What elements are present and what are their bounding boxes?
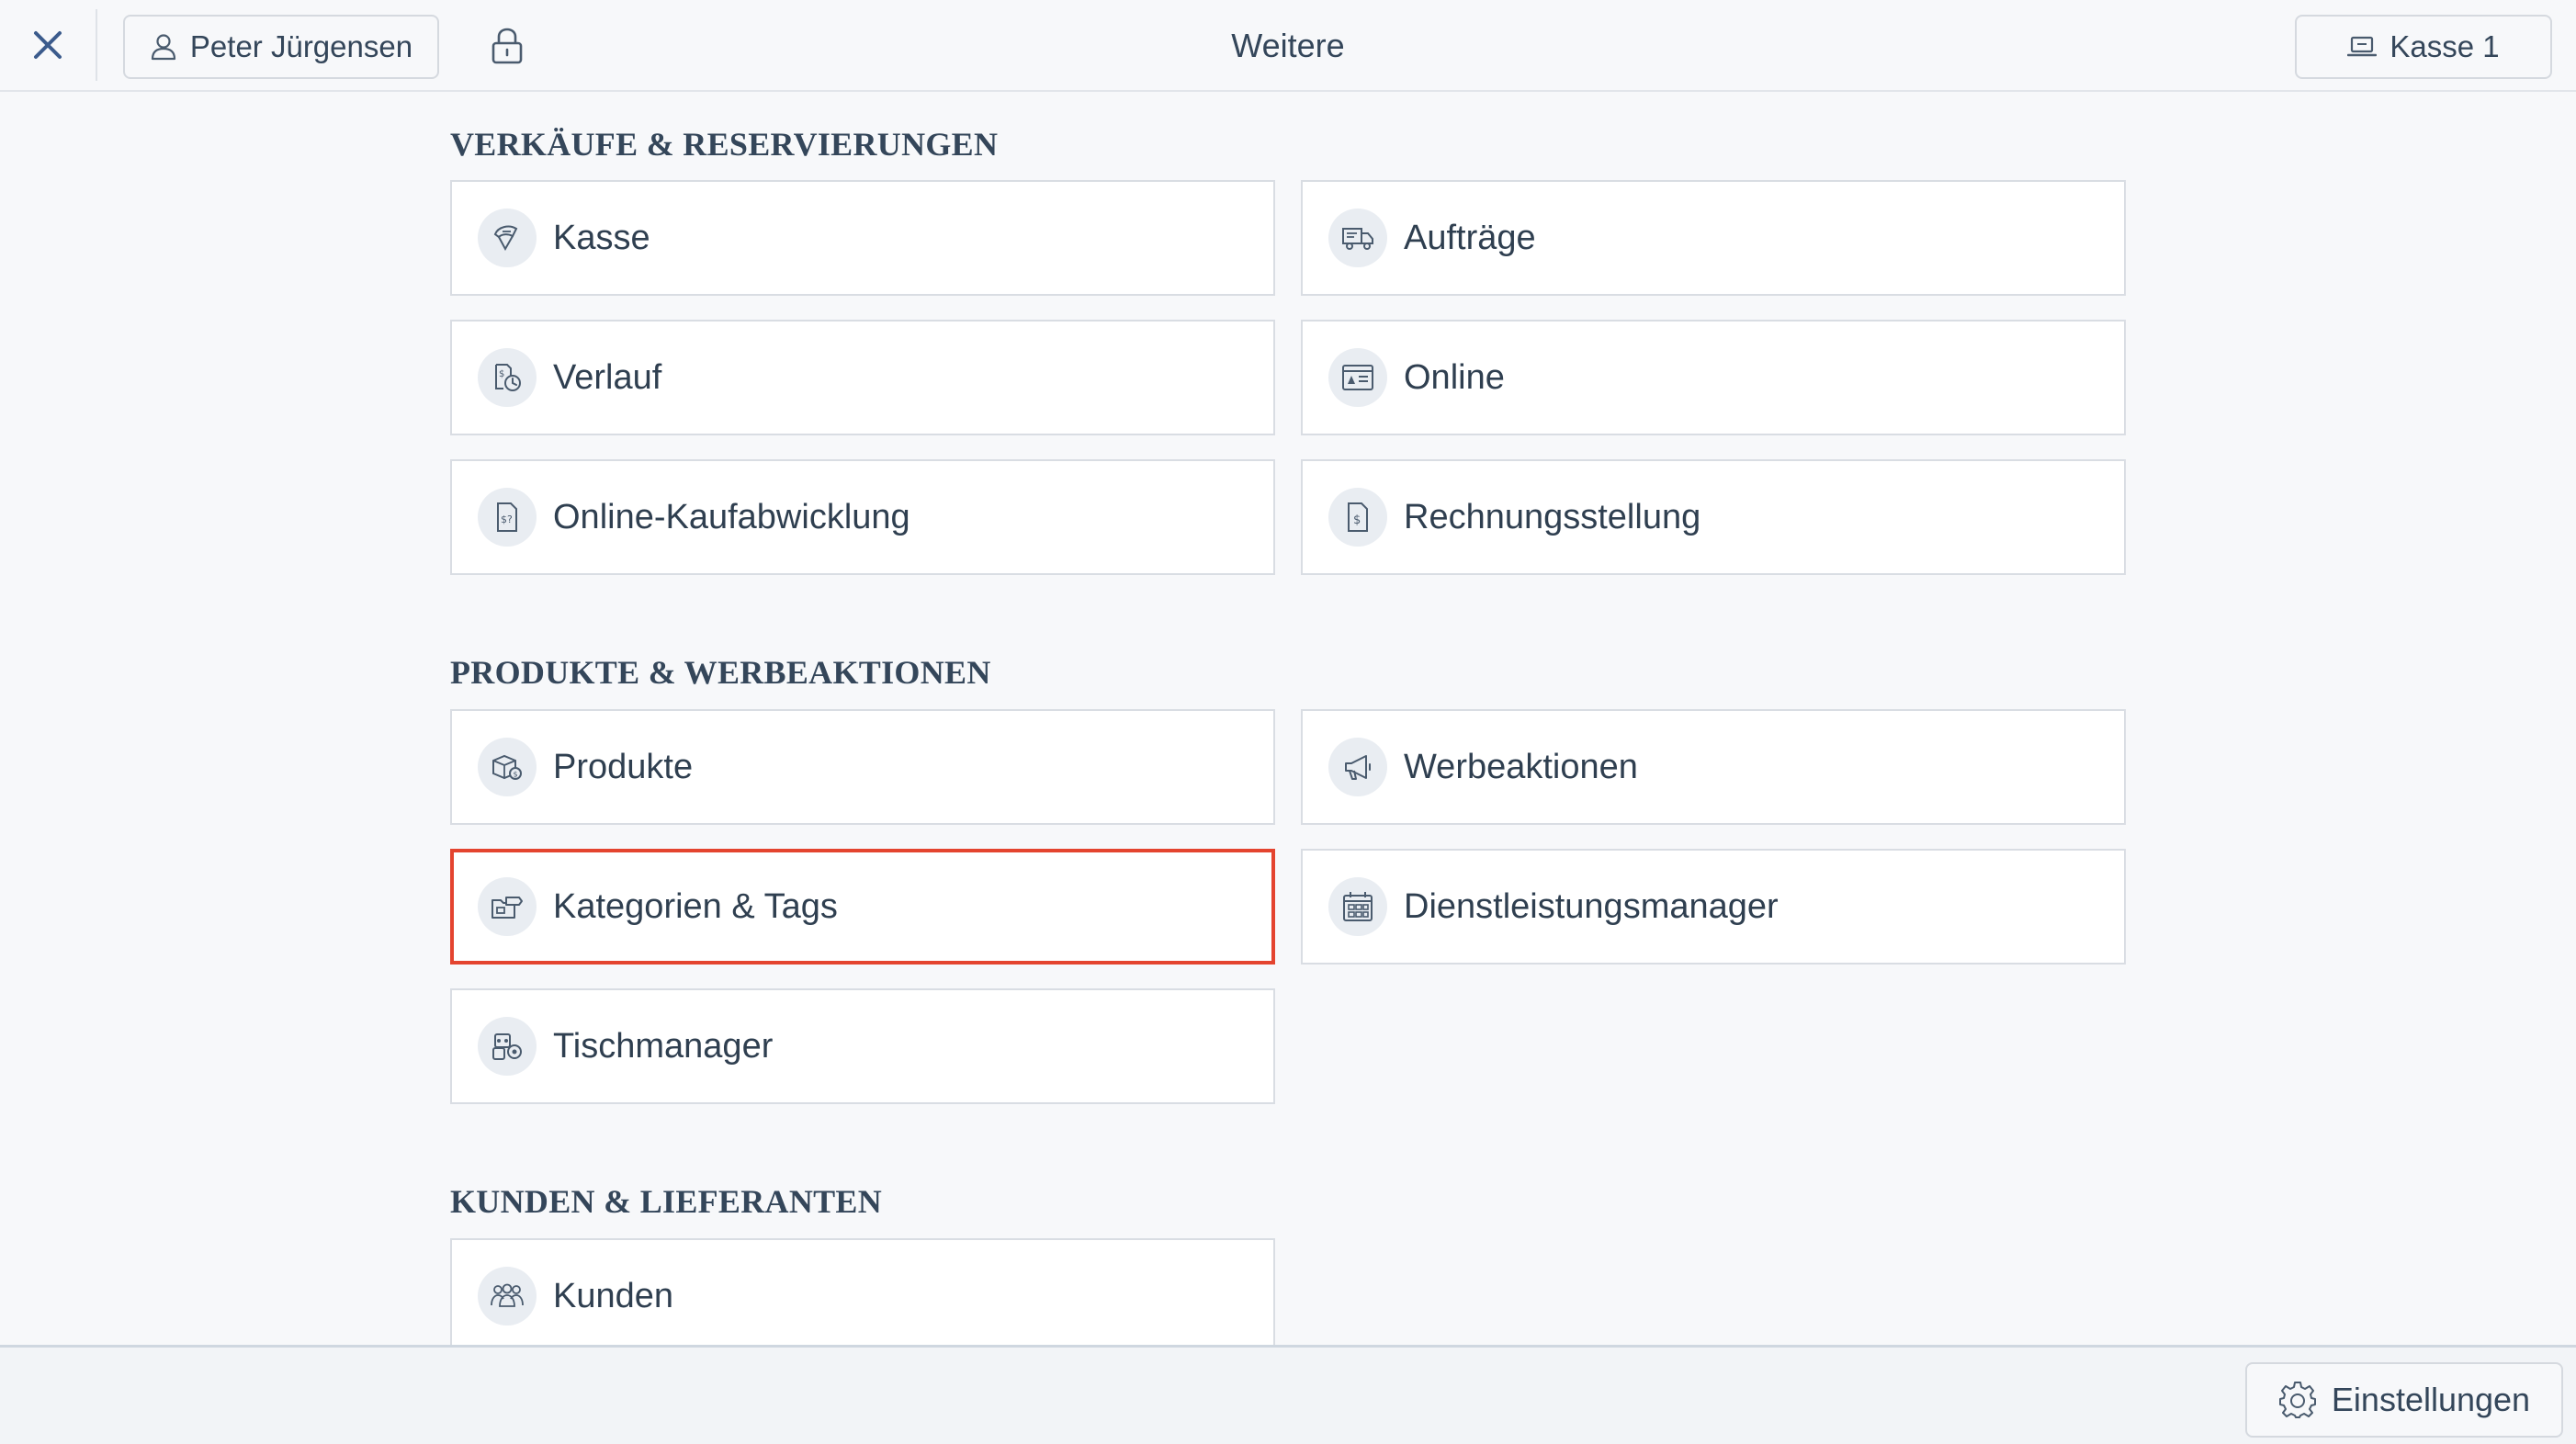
tile-verlauf[interactable]: $ Verlauf — [450, 320, 1275, 435]
svg-text:$: $ — [499, 369, 504, 379]
online-checkout-icon: $? — [478, 488, 537, 547]
tile-tischmanager[interactable]: Tischmanager — [450, 988, 1275, 1104]
tile-kasse[interactable]: Kasse — [450, 180, 1275, 296]
gear-icon — [2278, 1381, 2317, 1419]
section-title-sales: VERKÄUFE & RESERVIERUNGEN — [450, 126, 999, 163]
customers-icon — [478, 1267, 537, 1326]
tile-dienstleistungsmanager[interactable]: Dienstleistungsmanager — [1301, 849, 2126, 965]
tile-auftraege[interactable]: Aufträge — [1301, 180, 2126, 296]
settings-label: Einstellungen — [2331, 1381, 2531, 1418]
tile-kategorien-tags[interactable]: Kategorien & Tags — [450, 849, 1275, 965]
section-title-products: PRODUKTE & WERBEAKTIONEN — [450, 654, 991, 691]
topbar-divider — [96, 9, 97, 81]
tile-label: Werbeaktionen — [1404, 747, 1638, 786]
products-icon: $ — [478, 738, 537, 796]
tile-label: Kasse — [553, 218, 650, 257]
tile-label: Online — [1404, 357, 1505, 397]
orders-truck-icon — [1328, 209, 1387, 267]
content-area[interactable]: VERKÄUFE & RESERVIERUNGEN Kasse Aufträge — [0, 92, 2576, 1345]
tile-online[interactable]: Online — [1301, 320, 2126, 435]
register-button[interactable]: Kasse 1 — [2295, 15, 2552, 79]
lock-button[interactable] — [481, 20, 533, 72]
tile-label: Tischmanager — [553, 1026, 774, 1066]
tile-kunden[interactable]: Kunden — [450, 1238, 1275, 1345]
tile-label: Kategorien & Tags — [553, 886, 838, 926]
lock-icon — [491, 27, 524, 65]
table-manager-icon — [478, 1017, 537, 1076]
calendar-grid-icon — [1328, 877, 1387, 936]
history-icon: $ — [478, 348, 537, 407]
tile-label: Kunden — [553, 1276, 674, 1315]
bottom-bar: Einstellungen — [0, 1345, 2576, 1444]
invoice-icon: $ — [1328, 488, 1387, 547]
svg-text:$: $ — [1353, 513, 1361, 527]
tile-werbeaktionen[interactable]: Werbeaktionen — [1301, 709, 2126, 825]
tile-label: Produkte — [553, 747, 694, 786]
tile-label: Online-Kaufabwicklung — [553, 497, 910, 536]
top-bar: Peter Jürgensen Weitere Kasse 1 — [0, 0, 2576, 92]
tile-label: Dienstleistungsmanager — [1404, 886, 1779, 926]
user-name: Peter Jürgensen — [189, 29, 413, 63]
tile-label: Verlauf — [553, 357, 662, 397]
tile-rechnungsstellung[interactable]: $ Rechnungsstellung — [1301, 459, 2126, 575]
close-icon — [32, 29, 63, 61]
page-title: Weitere — [1231, 27, 1345, 64]
svg-text:$?: $? — [501, 513, 513, 525]
register-icon — [2347, 35, 2378, 59]
tile-online-kaufabwicklung[interactable]: $? Online-Kaufabwicklung — [450, 459, 1275, 575]
megaphone-icon — [1328, 738, 1387, 796]
settings-button[interactable]: Einstellungen — [2245, 1362, 2563, 1438]
checkout-icon — [478, 209, 537, 267]
tile-label: Aufträge — [1404, 218, 1536, 257]
svg-text:$: $ — [514, 771, 518, 779]
tile-label: Rechnungsstellung — [1404, 497, 1701, 536]
categories-tags-icon — [478, 877, 537, 936]
close-button[interactable] — [0, 0, 96, 90]
user-icon — [150, 33, 177, 61]
section-title-customers: KUNDEN & LIEFERANTEN — [450, 1183, 883, 1220]
online-icon — [1328, 348, 1387, 407]
user-button[interactable]: Peter Jürgensen — [123, 15, 439, 79]
register-label: Kasse 1 — [2390, 29, 2500, 63]
tile-produkte[interactable]: $ Produkte — [450, 709, 1275, 825]
